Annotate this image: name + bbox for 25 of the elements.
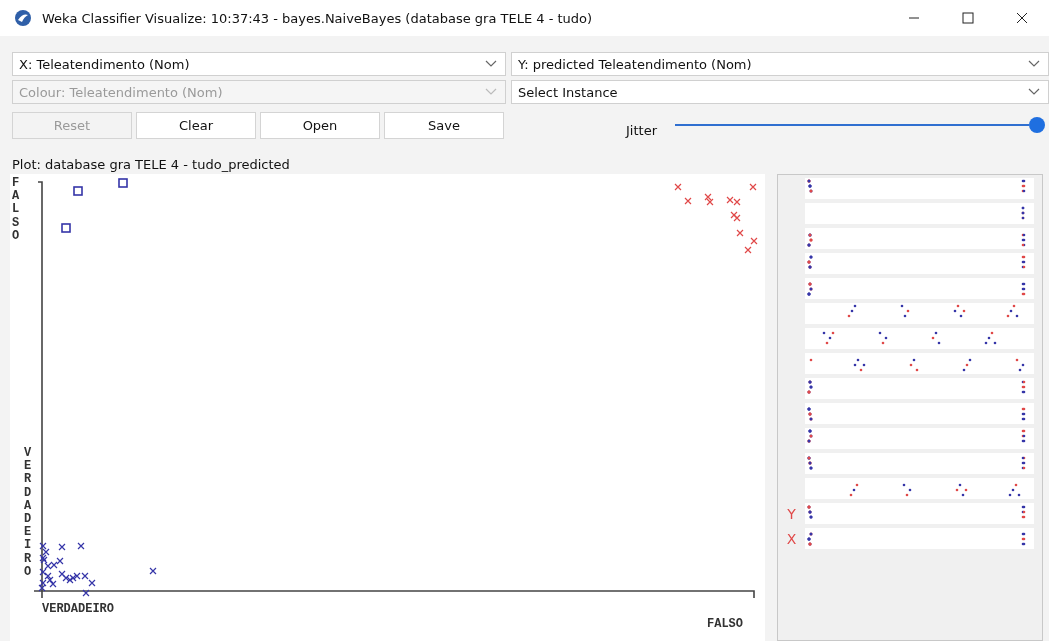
jitter-slider[interactable] (675, 117, 1045, 133)
strip-marker: X (785, 530, 798, 547)
square-markers-drawing (61, 178, 128, 233)
close-icon (1016, 12, 1028, 24)
action-button[interactable]: Clear (136, 111, 256, 139)
strip-marker: Y (786, 505, 797, 522)
maximize-icon (962, 12, 974, 24)
plot-title: Plot: database gra TELE 4 - tudo_predicted (11, 156, 291, 172)
y-axis-label: VERDADEIRO (24, 447, 33, 579)
chevron-icon (1028, 88, 1040, 96)
chevron-icon (485, 88, 497, 96)
x-axis-label: FALSO (707, 617, 743, 631)
app-icon (14, 9, 32, 27)
x-axis-label: VERDADEIRO (42, 602, 114, 616)
action-button[interactable]: Open (260, 111, 380, 139)
slider-thumb[interactable] (1029, 117, 1045, 133)
action-button[interactable]: Save (384, 111, 504, 139)
window-title: Weka Classifier Visualize: 10:37:43 - bayes.NaiveBayes (database gra TELE 4 - tudo) (42, 10, 594, 26)
chevron-icon (485, 60, 497, 68)
y-axis-label: FALSO (12, 177, 21, 243)
jitter-label: Jitter (626, 122, 657, 138)
y-axis-dropdown[interactable]: Y: predicted Teleatendimento (Nom) (511, 52, 1049, 76)
instance-dropdown[interactable]: Select Instance (511, 80, 1049, 104)
x-axis-dropdown[interactable]: X: Teleatendimento (Nom) (12, 52, 506, 76)
chevron-icon (1028, 60, 1040, 68)
